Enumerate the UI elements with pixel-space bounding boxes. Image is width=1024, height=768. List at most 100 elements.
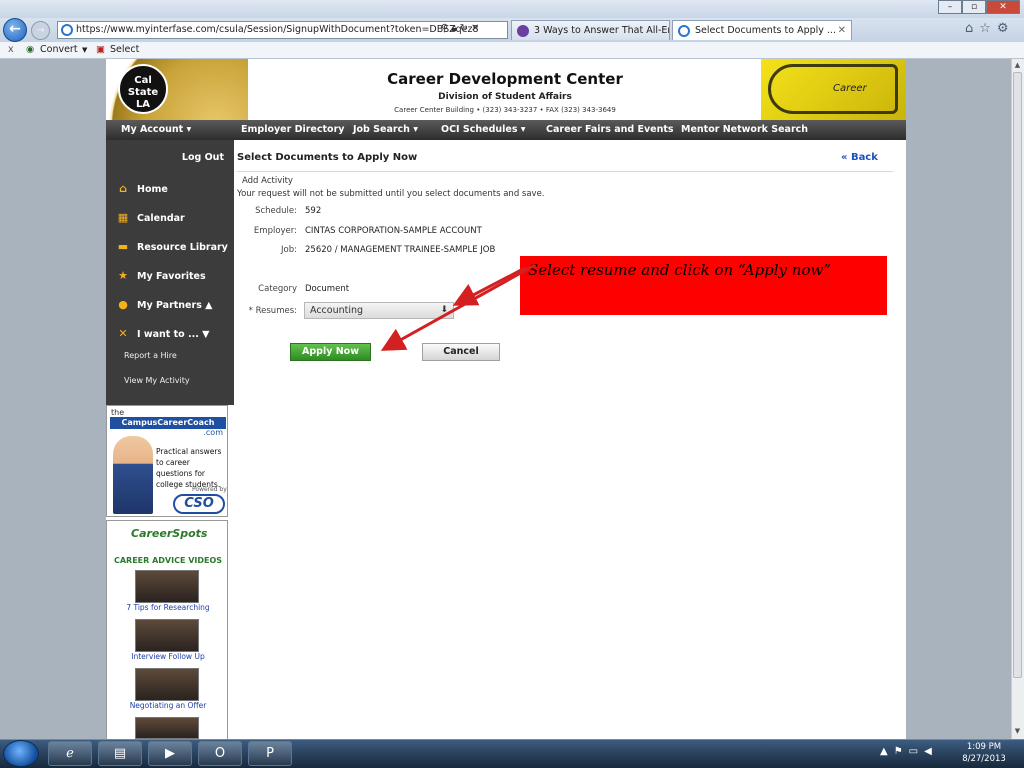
show-hidden-icons[interactable]: ▲ [880, 746, 894, 757]
dropdown-arrow-icon[interactable]: ⬇ [440, 303, 448, 318]
schedule-value: 592 [305, 206, 322, 216]
start-button[interactable] [3, 740, 39, 767]
sidebar-subitem-report-hire[interactable]: Report a Hire [124, 351, 177, 360]
close-tab-icon[interactable]: ✕ [838, 21, 846, 40]
home-icon: ⌂ [119, 182, 127, 195]
menu-job-search[interactable]: Job Search ▾ [353, 120, 418, 140]
refresh-icon[interactable]: ↻ [460, 23, 471, 34]
close-toolbar-icon[interactable]: x [8, 42, 14, 58]
sidebar-item-label: Calendar [137, 213, 185, 224]
stop-icon[interactable]: ✕ [471, 23, 482, 34]
convert-icon: ◉ [26, 44, 35, 55]
sidebar-item-my-favorites[interactable]: ★ My Favorites [106, 269, 234, 282]
video-thumbnail[interactable] [135, 717, 199, 739]
section-label: Add Activity [242, 176, 293, 186]
person-icon: ● [118, 298, 128, 311]
forward-button[interactable]: → [31, 21, 50, 40]
taskbar-explorer-icon[interactable]: ▤ [98, 741, 142, 766]
career-center-key-logo: Career Center [768, 64, 898, 138]
resume-select[interactable]: Accounting ⬇ [304, 302, 454, 319]
select-button[interactable]: Select [110, 42, 139, 58]
back-button[interactable]: ← [3, 18, 27, 42]
flag-icon[interactable]: ⚑ [894, 746, 909, 757]
address-bar-tools[interactable]: ⚲🔒︎↻✕ [441, 23, 482, 34]
video-caption-link[interactable]: Interview Follow Up [107, 652, 229, 661]
category-label: Category [258, 284, 297, 294]
divider [237, 171, 893, 172]
taskbar-powerpoint-icon[interactable]: P [248, 741, 292, 766]
command-bar: x ◉ Convert ▼ ▣ Select [0, 42, 1024, 59]
job-value: 25620 / MANAGEMENT TRAINEE-SAMPLE JOB [305, 245, 496, 255]
taskbar-outlook-icon[interactable]: O [198, 741, 242, 766]
video-thumbnail[interactable] [135, 619, 199, 652]
content-title: Select Documents to Apply Now [237, 152, 418, 163]
campus-career-coach-ad[interactable]: the CampusCareerCoach .com Practical ans… [106, 405, 228, 517]
coach-tagline: Practical answers to career questions fo… [156, 447, 222, 489]
ie-tab-icon [678, 25, 690, 37]
browser-tab-1[interactable]: 3 Ways to Answer That All-Enc... [511, 20, 670, 40]
menu-mentor-network[interactable]: Mentor Network Search [681, 120, 808, 140]
cal-state-la-logo[interactable]: Cal State LA [118, 64, 168, 114]
search-icon[interactable]: ⚲ [441, 23, 451, 34]
cancel-button[interactable]: Cancel [422, 343, 500, 361]
logout-link[interactable]: Log Out [150, 152, 224, 163]
close-window-button[interactable]: ✕ [986, 0, 1020, 14]
minimize-button[interactable]: – [938, 0, 962, 14]
video-caption-link[interactable]: Negotiating an Offer [107, 701, 229, 710]
instruction-callout: Select resume and click on “Apply now” [520, 256, 887, 315]
home-icon[interactable]: ⌂ [965, 21, 979, 36]
clock-time: 1:09 PM [966, 742, 1002, 752]
job-label: Job: [281, 245, 297, 255]
coach-brand-suffix: .com [203, 428, 223, 437]
menu-my-account[interactable]: My Account ▾ [121, 120, 191, 140]
taskbar-clock[interactable]: 1:09 PM 8/27/2013 [948, 741, 1020, 765]
video-caption-link[interactable]: 7 Tips for Researching [107, 603, 229, 612]
sidebar-item-my-partners[interactable]: ● My Partners ▲ [106, 298, 234, 311]
convert-button[interactable]: Convert [40, 42, 78, 58]
pdf-select-icon: ▣ [96, 44, 105, 55]
maximize-button[interactable]: ▫ [962, 0, 986, 14]
gear-icon[interactable]: ⚙ [997, 21, 1015, 36]
sidebar-item-resource-library[interactable]: ▬ Resource Library [106, 240, 234, 253]
volume-icon[interactable]: ◀ [924, 746, 938, 757]
career-spots-panel: CareerSpots CAREER ADVICE VIDEOS 7 Tips … [106, 520, 228, 740]
network-icon[interactable]: ▭ [909, 746, 924, 757]
menu-employer-directory[interactable]: Employer Directory [241, 120, 344, 140]
video-thumbnail[interactable] [135, 570, 199, 603]
back-link[interactable]: « Back [841, 152, 878, 163]
menu-career-fairs[interactable]: Career Fairs and Events [546, 120, 674, 140]
sidebar-item-calendar[interactable]: ▦ Calendar [106, 211, 234, 224]
contact-info: Career Center Building • (323) 343-3237 … [394, 106, 616, 114]
resumes-label: * Resumes: [248, 306, 297, 316]
browser-tab-2[interactable]: Select Documents to Apply ... ✕ [672, 20, 852, 40]
video-thumbnail[interactable] [135, 668, 199, 701]
sidebar-item-label: My Favorites [137, 271, 206, 282]
scrollbar-thumb[interactable] [1013, 72, 1022, 678]
sidebar-item-i-want-to[interactable]: ✕ I want to ... ▼ [106, 327, 234, 340]
apply-now-button[interactable]: Apply Now [290, 343, 371, 361]
page-subtitle: Division of Student Affairs [438, 92, 572, 102]
scroll-up-icon[interactable]: ▲ [1013, 61, 1022, 71]
forward-arrow-icon: → [36, 25, 45, 36]
employer-value: CINTAS CORPORATION-SAMPLE ACCOUNT [305, 226, 482, 236]
menu-oci-schedules[interactable]: OCI Schedules ▾ [441, 120, 526, 140]
resume-select-value: Accounting [310, 305, 364, 316]
favorites-star-icon[interactable]: ☆ [979, 21, 997, 36]
lock-icon: 🔒︎ [451, 23, 460, 34]
back-arrow-icon: ← [9, 21, 21, 37]
sidebar-subitem-view-activity[interactable]: View My Activity [124, 376, 190, 385]
employer-label: Employer: [253, 226, 297, 236]
tab-label: 3 Ways to Answer That All-Enc... [534, 25, 669, 36]
sidebar-item-home[interactable]: ⌂ Home [106, 182, 234, 195]
taskbar-ie-icon[interactable]: ℯ [48, 741, 92, 766]
tab-label: Select Documents to Apply ... [695, 25, 836, 36]
folder-icon: ▬ [117, 240, 129, 253]
career-spots-logo[interactable]: CareerSpots [131, 527, 207, 540]
coach-brand-top: the [111, 408, 125, 417]
powered-by-label: Powered by [192, 486, 227, 493]
category-value: Document [305, 284, 350, 294]
taskbar-media-player-icon[interactable]: ▶ [148, 741, 192, 766]
scroll-down-icon[interactable]: ▼ [1013, 727, 1022, 737]
chevron-down-icon[interactable]: ▼ [82, 42, 87, 58]
coach-cartoon-portrait [113, 436, 153, 514]
